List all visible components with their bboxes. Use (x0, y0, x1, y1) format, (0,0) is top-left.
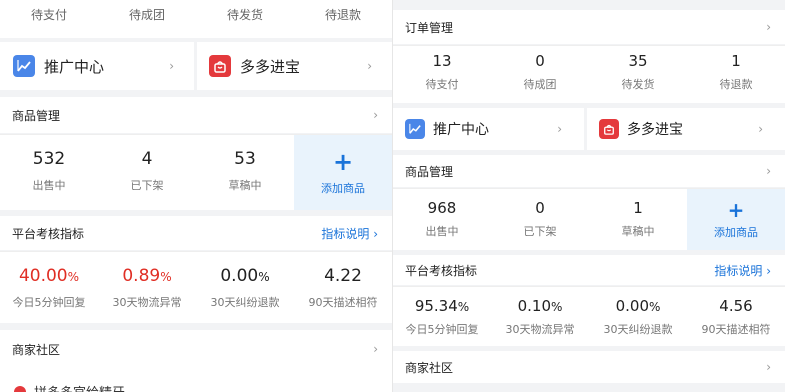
order-pending-refund[interactable]: 1 待退款 (687, 46, 785, 103)
metric-description-match[interactable]: 4.56 90天描述相符 (687, 287, 785, 346)
section-title: 商家社区 (12, 342, 61, 357)
metric-logistics-issues[interactable]: 0.10% 30天物流异常 (491, 287, 589, 346)
metrics-row: 40.00% 今日5分钟回复 0.89% 30天物流异常 0.00% 30天纠纷… (0, 251, 392, 323)
order-tab-pending-group[interactable]: 待成团 (98, 6, 196, 23)
promote-center-label: 推广中心 (433, 122, 489, 138)
metrics-row: 95.34% 今日5分钟回复 0.10% 30天物流异常 0.00% 30天纠纷… (393, 286, 785, 346)
chevron-right-icon: › (766, 20, 771, 34)
chevron-right-icon: › (169, 59, 174, 73)
promote-center-label: 推广中心 (44, 57, 105, 76)
product-stats-row: 968 出售中 0 已下架 1 草稿中 + 添加商品 (393, 188, 785, 250)
add-product-label: 添加商品 (714, 225, 758, 239)
trend-chart-icon (13, 55, 35, 77)
merchant-community-section[interactable]: 商家社区 › 拼多多官给精牙 (0, 330, 392, 392)
metric-reply-rate[interactable]: 40.00% 今日5分钟回复 (0, 252, 98, 323)
section-title: 商家社区 (405, 360, 454, 375)
duoduo-jinbao-label: 多多进宝 (627, 122, 683, 138)
plus-icon: + (332, 147, 354, 176)
metric-logistics-issues[interactable]: 0.89% 30天物流异常 (98, 252, 196, 323)
section-title: 商品管理 (12, 108, 61, 123)
left-screenshot-panel: 待支付 待成团 待发货 待退款 推广中心 › 多多进宝 › 商品管理 › 532… (0, 0, 392, 392)
shopping-bag-icon (599, 119, 619, 139)
order-tab-pending-refund[interactable]: 待退款 (294, 6, 392, 23)
chevron-right-icon: › (766, 164, 771, 178)
metrics-header: 平台考核指标 指标说明 › (0, 216, 392, 250)
add-product-button[interactable]: + 添加商品 (294, 135, 392, 210)
chevron-right-icon: › (373, 108, 378, 122)
merchant-community-section[interactable]: 商家社区 › (393, 351, 785, 383)
section-title: 订单管理 (405, 20, 454, 35)
add-product-button[interactable]: + 添加商品 (687, 189, 785, 250)
order-status-row: 待支付 待成团 待发货 待退款 (0, 0, 392, 38)
trend-chart-icon (405, 119, 425, 139)
order-tab-pending-payment[interactable]: 待支付 (0, 6, 98, 23)
promote-center-button[interactable]: 推广中心 › (393, 108, 584, 150)
metric-description-match[interactable]: 4.22 90天描述相符 (294, 252, 392, 323)
promote-center-button[interactable]: 推广中心 › (0, 42, 194, 90)
order-pending-payment[interactable]: 13 待支付 (393, 46, 491, 103)
metrics-explanation-link[interactable]: 指标说明 › (321, 225, 378, 242)
stat-delisted[interactable]: 0 已下架 (491, 189, 589, 250)
metric-reply-rate[interactable]: 95.34% 今日5分钟回复 (393, 287, 491, 346)
duoduo-jinbao-label: 多多进宝 (240, 57, 301, 76)
stat-draft[interactable]: 1 草稿中 (589, 189, 687, 250)
metric-dispute-refund[interactable]: 0.00% 30天纠纷退款 (589, 287, 687, 346)
duoduo-jinbao-button[interactable]: 多多进宝 › (587, 108, 785, 150)
stat-draft[interactable]: 53 草稿中 (196, 135, 294, 210)
stat-on-sale[interactable]: 968 出售中 (393, 189, 491, 250)
order-stats-row: 13 待支付 0 待成团 35 待发货 1 待退款 (393, 45, 785, 103)
order-pending-shipment[interactable]: 35 待发货 (589, 46, 687, 103)
chevron-right-icon: › (367, 59, 372, 73)
product-management-header[interactable]: 商品管理 › (0, 97, 392, 133)
chevron-right-icon: › (373, 342, 378, 356)
order-pending-group[interactable]: 0 待成团 (491, 46, 589, 103)
duoduo-jinbao-button[interactable]: 多多进宝 › (197, 42, 392, 90)
right-margin (785, 0, 801, 392)
order-management-header[interactable]: 订单管理 › (393, 10, 785, 44)
section-title: 商品管理 (405, 164, 454, 179)
metric-dispute-refund[interactable]: 0.00% 30天纠纷退款 (196, 252, 294, 323)
plus-icon: + (727, 197, 745, 222)
shopping-bag-icon (209, 55, 231, 77)
order-tab-pending-shipment[interactable]: 待发货 (196, 6, 294, 23)
right-screenshot-panel: 订单管理 › 13 待支付 0 待成团 35 待发货 1 待退款 推广中心 › … (393, 0, 785, 392)
product-stats-row: 532 出售中 4 已下架 53 草稿中 + 添加商品 (0, 134, 392, 210)
product-management-header[interactable]: 商品管理 › (393, 155, 785, 187)
add-product-label: 添加商品 (321, 181, 365, 195)
stat-on-sale[interactable]: 532 出售中 (0, 135, 98, 210)
chevron-right-icon: › (758, 122, 763, 136)
community-post-icon (14, 385, 26, 392)
section-title: 平台考核指标 (12, 226, 85, 241)
metrics-explanation-link[interactable]: 指标说明 › (714, 262, 771, 279)
chevron-right-icon: › (766, 360, 771, 374)
metrics-header: 平台考核指标 指标说明 › (393, 255, 785, 285)
community-snippet: 拼多多官给精牙 (14, 382, 125, 392)
chevron-right-icon: › (557, 122, 562, 136)
section-title: 平台考核指标 (405, 263, 478, 278)
stat-delisted[interactable]: 4 已下架 (98, 135, 196, 210)
